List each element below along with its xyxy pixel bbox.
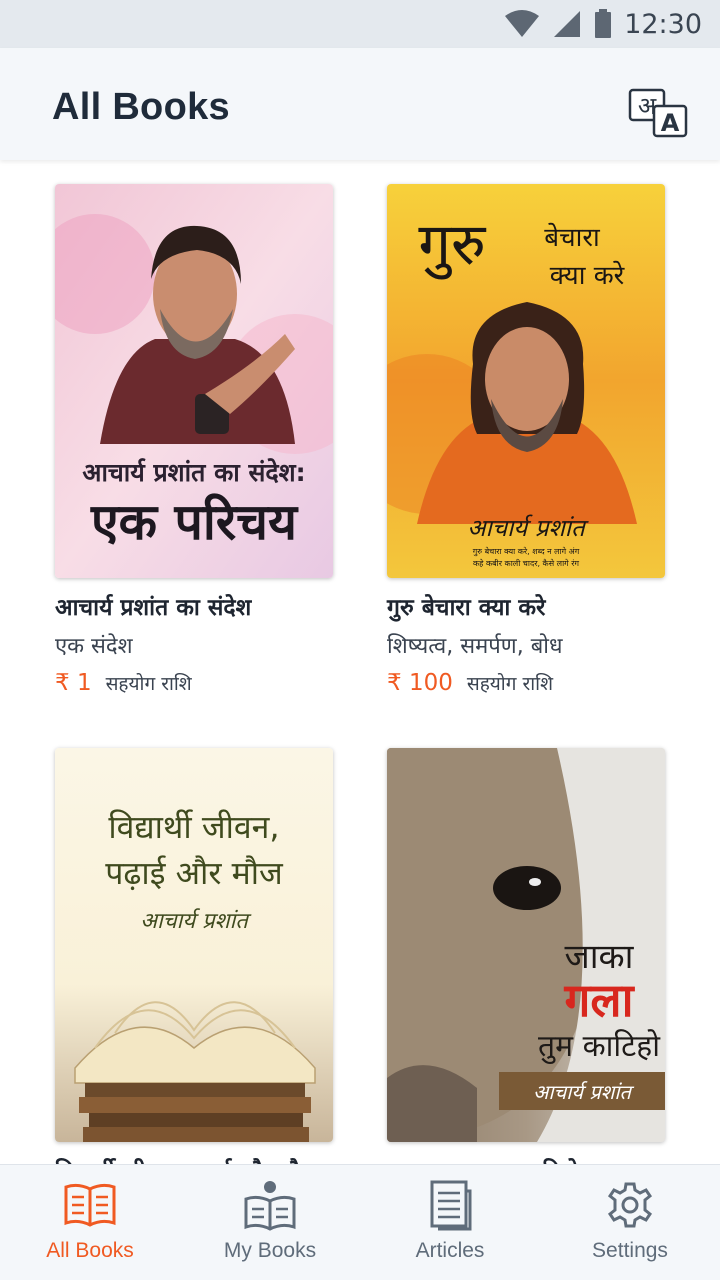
svg-text:A: A xyxy=(661,109,680,137)
translate-icon: अ A xyxy=(628,88,688,138)
book-card[interactable]: जाका गला तुम काटिहो आचार्य प्रशांत जाका … xyxy=(387,748,665,1164)
cover-quote: कहे कबीर काली चादर, कैसे लागे रंग xyxy=(473,558,579,568)
price-label: सहयोग राशि xyxy=(466,673,554,695)
cover-text: गुरु xyxy=(418,210,487,280)
price-row: ₹ 100 सहयोग राशि xyxy=(387,670,665,696)
status-time: 12:30 xyxy=(624,8,702,40)
book-title: जाका गला तुम काटिहो xyxy=(387,1154,665,1164)
book-title: विद्यार्थी जीवन, पढ़ाई और मौज xyxy=(55,1154,333,1164)
bottom-nav: All Books My Books Articles Settings xyxy=(0,1164,720,1280)
page-title: All Books xyxy=(52,86,230,128)
book-grid: आचार्य प्रशांत का संदेश: एक परिचय आचार्य… xyxy=(0,160,720,1164)
status-bar: 12:30 xyxy=(0,0,720,48)
book-card[interactable]: गुरु बेचारा क्या करे आचार्य प्रशांत गुरु… xyxy=(387,184,665,696)
cover-text: जाका xyxy=(565,937,635,977)
article-icon xyxy=(430,1180,472,1231)
cover-text: बेचारा xyxy=(544,222,601,253)
gear-icon xyxy=(607,1182,653,1228)
nav-label: My Books xyxy=(223,1239,317,1262)
cover-text: पढ़ाई और मौज xyxy=(105,854,284,892)
book-subtitle: शिष्यत्व, समर्पण, बोध xyxy=(387,634,563,659)
cover-quote: गुरु बेचारा क्या करे, शब्द न लागे अंग xyxy=(473,546,580,557)
book-price: ₹ 1 xyxy=(55,670,92,696)
book-card[interactable]: आचार्य प्रशांत का संदेश: एक परिचय आचार्य… xyxy=(55,184,333,696)
nav-my-books[interactable]: My Books xyxy=(180,1165,360,1280)
cover-author: आचार्य प्रशांत xyxy=(140,908,252,934)
price-label: सहयोग राशि xyxy=(105,673,192,695)
reader-icon xyxy=(244,1181,296,1231)
battery-icon xyxy=(595,9,612,38)
wifi-icon xyxy=(505,10,540,37)
nav-all-books[interactable]: All Books xyxy=(0,1165,180,1280)
book-title: आचार्य प्रशांत का संदेश xyxy=(55,595,252,621)
cover-text: तुम काटिहो xyxy=(538,1029,661,1065)
book-cover[interactable]: आचार्य प्रशांत का संदेश: एक परिचय xyxy=(55,184,333,578)
book-cover[interactable]: गुरु बेचारा क्या करे आचार्य प्रशांत गुरु… xyxy=(387,184,665,578)
signal-icon xyxy=(554,11,581,37)
nav-articles[interactable]: Articles xyxy=(360,1165,540,1280)
app-header: All Books अ A xyxy=(0,48,720,160)
book-cover[interactable]: विद्यार्थी जीवन, पढ़ाई और मौज आचार्य प्र… xyxy=(55,748,333,1142)
cover-author: आचार्य प्रशांत xyxy=(533,1080,634,1104)
cover-text: गला xyxy=(564,973,636,1027)
translate-button[interactable]: अ A xyxy=(628,88,690,138)
nav-label: Settings xyxy=(592,1239,668,1262)
cover-text: एक परिचय xyxy=(90,493,299,551)
cover-text: आचार्य प्रशांत का संदेश: xyxy=(82,458,305,487)
book-subtitle: एक संदेश xyxy=(55,634,133,659)
cover-author: आचार्य प्रशांत xyxy=(467,514,589,542)
cover-text: क्या करे xyxy=(550,260,626,291)
nav-label: Articles xyxy=(415,1239,485,1262)
cover-text: विद्यार्थी जीवन, xyxy=(108,808,279,846)
nav-settings[interactable]: Settings xyxy=(540,1165,720,1280)
price-row: ₹ 1 सहयोग राशि xyxy=(55,670,333,696)
open-book-icon xyxy=(64,1183,116,1227)
book-card[interactable]: विद्यार्थी जीवन, पढ़ाई और मौज आचार्य प्र… xyxy=(55,748,333,1164)
book-price: ₹ 100 xyxy=(387,670,453,696)
book-title: गुरु बेचारा क्या करे xyxy=(387,595,546,621)
book-cover[interactable]: जाका गला तुम काटिहो आचार्य प्रशांत xyxy=(387,748,665,1142)
nav-label: All Books xyxy=(46,1239,134,1262)
